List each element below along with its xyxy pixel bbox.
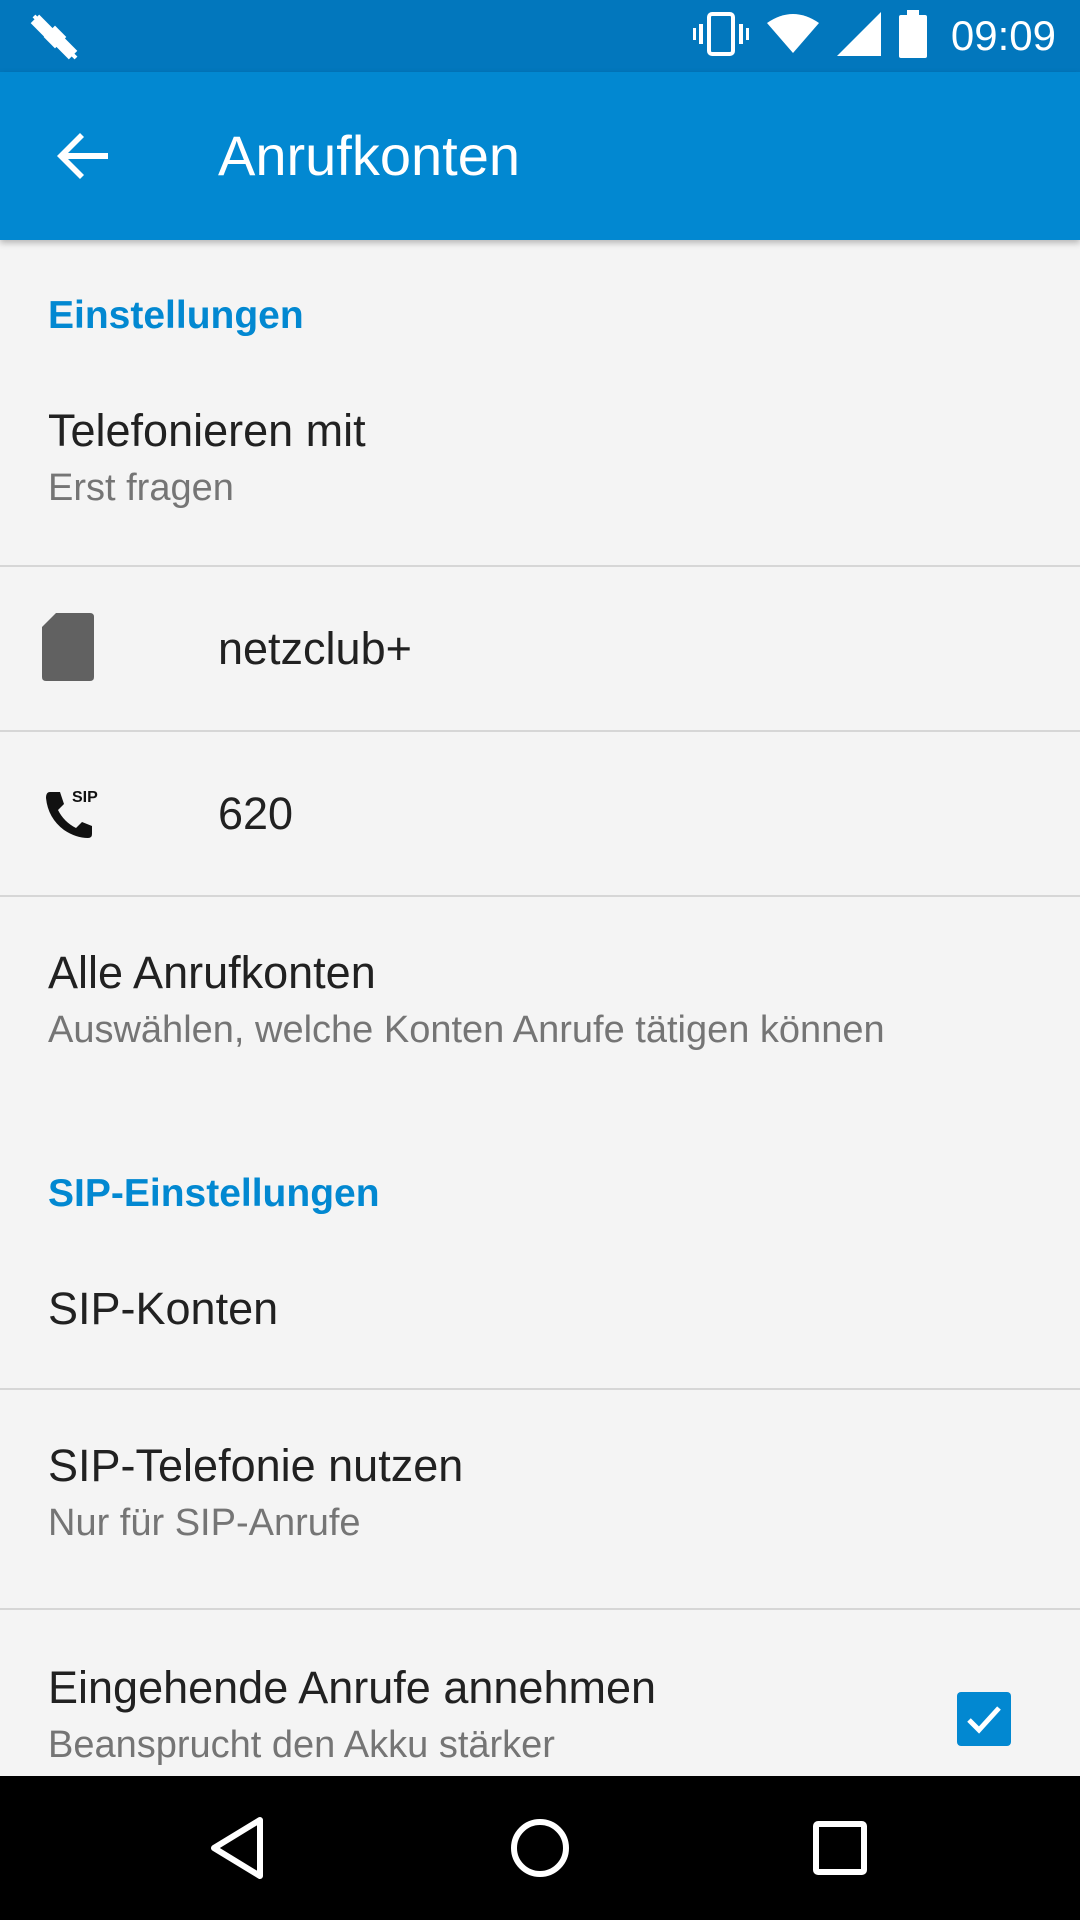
page-title: Anrufkonten xyxy=(218,124,520,187)
pref-title: SIP-Konten xyxy=(48,1283,279,1334)
recents-nav-icon xyxy=(813,1821,867,1875)
pref-sip-konten[interactable]: SIP-Konten xyxy=(0,1260,1080,1388)
pref-summary: Beansprucht den Akku stärker xyxy=(48,1724,555,1766)
account-row-netzclub[interactable]: netzclub+ xyxy=(0,567,1080,729)
pref-eingehende-anrufe[interactable]: Eingehende Anrufe annehmen Beansprucht d… xyxy=(0,1610,1080,1776)
account-label: 620 xyxy=(218,788,294,839)
nav-recents-button[interactable] xyxy=(800,1808,880,1888)
clock: 09:09 xyxy=(950,12,1056,59)
nav-back-button[interactable] xyxy=(200,1808,280,1888)
pref-summary: Auswählen, welche Konten Anrufe tätigen … xyxy=(48,1009,885,1051)
section-header-einstellungen: Einstellungen xyxy=(48,294,304,337)
pref-title: Alle Anrufkonten xyxy=(48,947,376,998)
pref-telefonieren-mit[interactable]: Telefonieren mit Erst fragen xyxy=(0,385,1080,564)
navigation-bar xyxy=(0,1776,1080,1920)
pref-alle-anrufkonten[interactable]: Alle Anrufkonten Auswählen, welche Konte… xyxy=(0,897,1080,1097)
svg-text:SIP: SIP xyxy=(72,789,98,806)
app-bar: Anrufkonten xyxy=(0,72,1080,240)
satellite-icon xyxy=(30,12,80,62)
section-header-sip: SIP-Einstellungen xyxy=(48,1172,380,1215)
pref-sip-telefonie-nutzen[interactable]: SIP-Telefonie nutzen Nur für SIP-Anrufe xyxy=(0,1390,1080,1608)
pref-title: Eingehende Anrufe annehmen xyxy=(48,1662,657,1713)
pref-title: SIP-Telefonie nutzen xyxy=(48,1440,464,1491)
pref-title: Telefonieren mit xyxy=(48,405,366,456)
arrow-back-icon xyxy=(57,133,108,179)
pref-summary: Erst fragen xyxy=(48,467,234,509)
sip-phone-icon: SIP xyxy=(36,772,100,852)
wifi-icon xyxy=(766,13,819,60)
account-label: netzclub+ xyxy=(218,623,412,674)
signal-icon xyxy=(836,11,881,61)
nav-home-button[interactable] xyxy=(500,1808,580,1888)
settings-list: Einstellungen Telefonieren mit Erst frag… xyxy=(0,240,1080,1776)
back-button[interactable] xyxy=(52,124,116,188)
incoming-calls-checkbox[interactable] xyxy=(957,1692,1011,1746)
status-bar: 09:09 xyxy=(0,0,1080,72)
sim-card-icon xyxy=(36,607,100,687)
back-nav-icon xyxy=(211,1817,263,1879)
account-row-620[interactable]: SIP 620 xyxy=(0,732,1080,894)
home-nav-icon xyxy=(511,1819,569,1877)
battery-icon xyxy=(898,9,927,63)
checkmark-icon xyxy=(967,1706,1001,1734)
vibrate-icon xyxy=(692,11,749,61)
pref-summary: Nur für SIP-Anrufe xyxy=(48,1502,361,1544)
